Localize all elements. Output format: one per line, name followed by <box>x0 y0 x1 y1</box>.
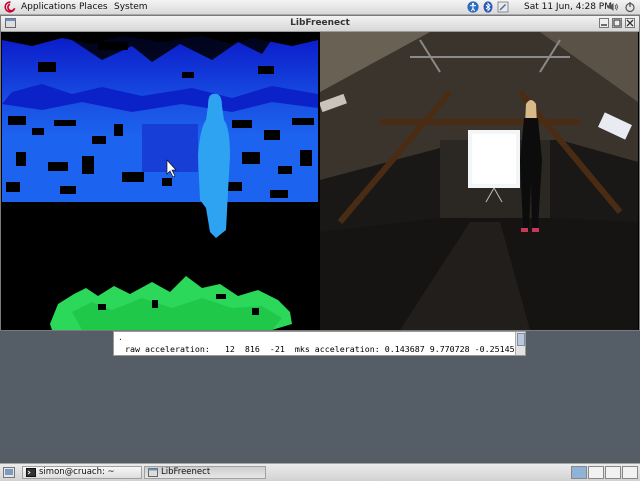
edit-icon[interactable] <box>497 1 509 13</box>
terminal-scrollbar[interactable] <box>515 332 525 355</box>
maximize-button[interactable] <box>612 18 622 28</box>
workspace-2[interactable] <box>588 466 604 479</box>
terminal-output-line: raw acceleration: 12 816 -21 mks acceler… <box>120 344 520 354</box>
task-libfreenect[interactable]: LibFreenect <box>144 466 266 479</box>
debian-logo-icon[interactable] <box>4 1 16 13</box>
depth-view[interactable] <box>2 32 318 330</box>
maximize-icon <box>613 19 621 27</box>
bluetooth-icon[interactable] <box>482 1 494 13</box>
terminal-icon <box>26 468 36 477</box>
close-icon <box>626 19 634 27</box>
scrollbar-thumb[interactable] <box>517 333 525 346</box>
libfreenect-window[interactable]: LibFreenect <box>0 15 640 331</box>
close-button[interactable] <box>625 18 635 28</box>
power-icon[interactable] <box>624 1 636 13</box>
workspace-3[interactable] <box>605 466 621 479</box>
window-icon <box>148 468 158 477</box>
window-title: LibFreenect <box>290 18 350 28</box>
show-desktop-icon[interactable] <box>3 467 15 478</box>
top-panel: Applications Places System Sat 11 Jun, 4… <box>0 0 640 15</box>
minimize-button[interactable] <box>599 18 609 28</box>
minimize-icon <box>601 24 607 26</box>
depth-image <box>2 32 318 330</box>
menu-applications[interactable]: Applications <box>21 1 76 13</box>
bottom-panel: simon@cruach: ~ LibFreenect <box>0 463 640 481</box>
menu-system[interactable]: System <box>114 1 148 13</box>
accessibility-icon[interactable] <box>467 1 479 13</box>
task-terminal[interactable]: simon@cruach: ~ <box>22 466 142 479</box>
workspace-4[interactable] <box>622 466 638 479</box>
rgb-camera-view[interactable] <box>320 32 638 330</box>
task-label-libfreenect: LibFreenect <box>161 467 211 477</box>
menu-places[interactable]: Places <box>79 1 108 13</box>
clock[interactable]: Sat 11 Jun, 4:28 PM <box>524 1 612 13</box>
terminal-window[interactable]: . raw acceleration: 12 816 -21 mks accel… <box>113 331 526 356</box>
rgb-image <box>320 32 638 330</box>
volume-icon[interactable] <box>607 1 619 13</box>
terminal-prev-line: . <box>118 333 123 342</box>
workspace-1[interactable] <box>571 466 587 479</box>
window-titlebar[interactable]: LibFreenect <box>1 16 639 32</box>
task-label-terminal: simon@cruach: ~ <box>39 467 115 477</box>
